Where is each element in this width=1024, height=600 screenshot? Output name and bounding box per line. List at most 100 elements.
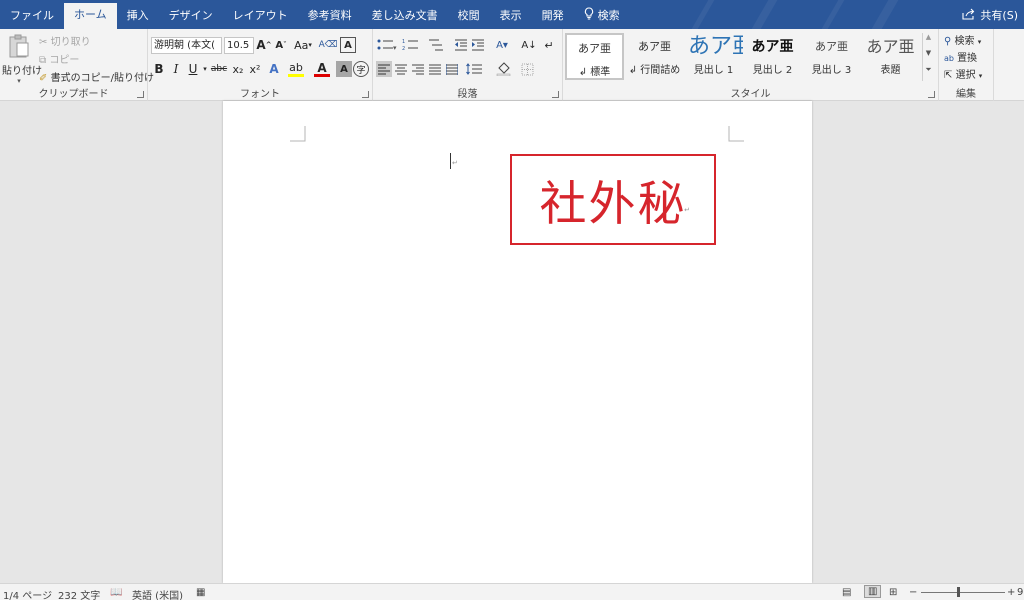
show-formatting-icon[interactable]: ↵ [541,37,557,53]
text-effects-icon[interactable]: A [266,61,282,77]
proofing-icon[interactable]: 📖 [110,587,122,598]
underline-button[interactable]: U [185,61,201,77]
style-normal[interactable]: あア亜 ↲ 標準 [565,33,624,80]
ribbon: 貼り付け ▾ ✂ 切り取り ⧉ コピー ✐ 書式のコピー/貼り付け クリップボー… [0,29,1024,101]
word-count[interactable]: 232 文字 [58,587,100,600]
align-left-icon[interactable] [376,61,392,77]
zoom-slider[interactable] [921,592,1005,593]
paste-button[interactable]: 貼り付け ▾ [2,33,42,85]
paste-dropdown-icon[interactable]: ▾ [2,77,36,85]
crop-mark-top-left [290,126,306,142]
tab-references[interactable]: 参考資料 [298,4,362,29]
select-button[interactable]: ⇱ 選択 ▾ [944,66,982,81]
styles-launcher-icon[interactable] [928,91,935,98]
style-heading-1[interactable]: あア亜 見出し 1 [684,33,743,80]
justify-icon[interactable] [427,61,443,77]
character-border-icon[interactable]: A [340,37,356,53]
shrink-font-icon[interactable]: Aˇ [273,37,289,53]
format-painter-button[interactable]: ✐ 書式のコピー/貼り付け [39,69,154,84]
zoom-level[interactable]: 9 [1017,587,1023,598]
copy-button[interactable]: ⧉ コピー [39,51,79,66]
gallery-up-icon[interactable]: ▲ [923,33,934,49]
title-decoration [871,0,899,29]
italic-button[interactable]: I [168,61,184,77]
tab-insert[interactable]: 挿入 [117,4,159,29]
strikethrough-button[interactable]: abc [210,61,228,77]
tab-file[interactable]: ファイル [0,4,64,29]
numbering-icon[interactable]: 12 [401,37,423,53]
cut-button[interactable]: ✂ 切り取り [39,33,91,48]
style-heading-3[interactable]: あア亜 見出し 3 [802,33,861,80]
zoom-in-icon[interactable]: + [1007,587,1015,598]
paste-label: 貼り付け [2,66,42,77]
print-layout-icon[interactable]: ▥ [864,585,882,598]
style-title[interactable]: あア亜 表題 [861,33,920,80]
zoom-slider-thumb[interactable] [957,587,960,597]
svg-text:2: 2 [402,46,405,52]
clipboard-launcher-icon[interactable] [137,91,144,98]
enclose-characters-icon[interactable]: 字 [353,61,369,77]
align-right-icon[interactable] [410,61,426,77]
macro-icon[interactable]: ▦ [196,587,205,598]
confidential-stamp[interactable]: 社外秘 ↵ [510,154,716,245]
clipboard-icon [9,34,29,58]
bullets-icon[interactable]: ▾ [376,37,398,53]
tab-design[interactable]: デザイン [159,4,223,29]
highlight-icon[interactable]: ab [288,61,304,77]
increase-indent-icon[interactable] [470,37,486,53]
gallery-down-icon[interactable]: ▼ [923,49,934,65]
paragraph-launcher-icon[interactable] [552,91,559,98]
borders-icon[interactable] [519,61,541,77]
font-name-combo[interactable]: 游明朝 (本文( [151,37,222,54]
find-button[interactable]: ⚲ 検索 ▾ [944,32,981,47]
subscript-label: x₂ [232,62,244,76]
bold-button[interactable]: B [151,61,167,77]
shading-icon[interactable] [494,61,516,77]
line-spacing-icon[interactable] [465,61,487,77]
subscript-button[interactable]: x₂ [230,61,246,77]
page-count[interactable]: 1/4 ページ [3,587,52,600]
style-preview: あア亜 [688,34,743,59]
underline-dropdown-icon[interactable]: ▾ [200,61,210,77]
tab-home[interactable]: ホーム [64,3,117,29]
multilevel-list-icon[interactable] [426,37,448,53]
font-size-combo[interactable]: 10.5 [224,37,254,54]
magnifier-icon: ⚲ [944,36,952,47]
style-preview: あア亜 [866,37,915,56]
font-launcher-icon[interactable] [362,91,369,98]
tab-developer[interactable]: 開発 [532,4,574,29]
tab-review[interactable]: 校閲 [448,4,490,29]
zoom-out-icon[interactable]: − [909,587,917,598]
grow-font-icon[interactable]: A ^ [256,37,272,53]
sort-icon[interactable]: A↓ [521,37,537,53]
document-page[interactable]: ↵ 社外秘 ↵ [223,101,812,583]
replace-button[interactable]: ab 置換 [944,49,977,64]
tell-me-search[interactable]: 検索 [574,4,630,29]
gallery-more-icon[interactable]: ⏷ [923,65,934,81]
superscript-button[interactable]: x² [247,61,263,77]
change-case-button[interactable]: Aa ▾ [292,37,314,53]
asian-layout-icon[interactable]: A▾ [491,37,513,53]
ribbon-tabs: ファイル ホーム 挿入 デザイン レイアウト 参考資料 差し込み文書 校閲 表示… [0,0,630,29]
style-no-spacing[interactable]: あア亜 ↲ 行間詰め [625,33,684,80]
copy-label: コピー [49,55,80,66]
align-center-icon[interactable] [393,61,409,77]
tab-view[interactable]: 表示 [490,4,532,29]
style-preview: あア亜 [751,39,794,55]
clear-format-icon[interactable]: A⌫ [319,37,338,53]
distributed-icon[interactable] [444,61,460,77]
status-bar: 1/4 ページ 232 文字 📖 英語 (米国) ▦ ▤ ▥ ⊞ − + 9 [0,583,1024,600]
scissors-icon: ✂ [39,37,48,48]
language-indicator[interactable]: 英語 (米国) [132,587,183,600]
style-name: 見出し 2 [752,65,793,76]
read-mode-icon[interactable]: ▤ [842,587,851,598]
character-shading-icon[interactable]: A [336,61,352,77]
bold-label: B [154,62,164,76]
share-button[interactable]: 共有(S) [962,7,1018,23]
web-layout-icon[interactable]: ⊞ [889,587,897,598]
style-heading-2[interactable]: あア亜 見出し 2 [743,33,802,80]
tab-layout[interactable]: レイアウト [223,4,298,29]
font-color-icon[interactable]: A [314,61,330,77]
tab-mailings[interactable]: 差し込み文書 [362,4,448,29]
decrease-indent-icon[interactable] [453,37,469,53]
